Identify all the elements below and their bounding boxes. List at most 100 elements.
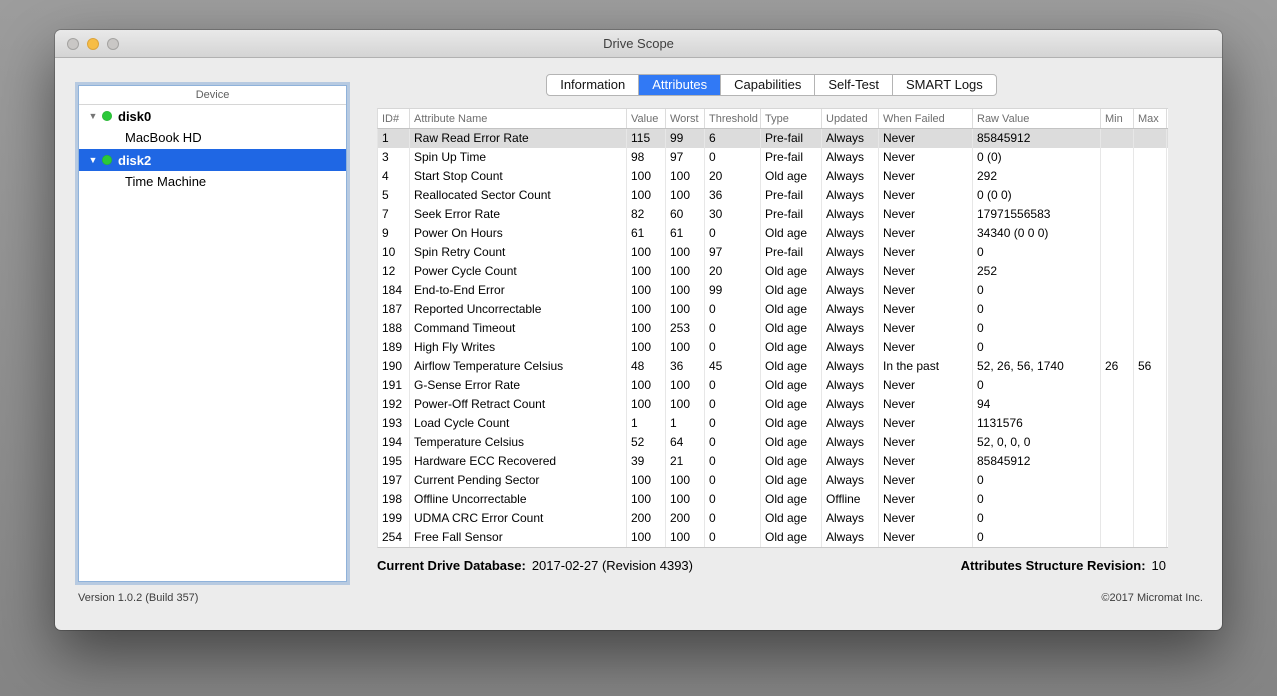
attribute-row-199[interactable]: 199UDMA CRC Error Count2002000Old ageAlw…	[378, 509, 1168, 528]
cell-type: Pre-fail	[761, 129, 822, 148]
cell-when_failed: Never	[879, 452, 973, 471]
cell-max	[1134, 338, 1167, 357]
attribute-row-4[interactable]: 4Start Stop Count10010020Old ageAlwaysNe…	[378, 167, 1168, 186]
cell-worst: 60	[666, 205, 705, 224]
tab-self-test[interactable]: Self-Test	[815, 75, 893, 95]
tab-information[interactable]: Information	[547, 75, 639, 95]
cell-max	[1134, 224, 1167, 243]
cell-name: Power-Off Retract Count	[410, 395, 627, 414]
cell-worst: 100	[666, 281, 705, 300]
cell-worst: 100	[666, 167, 705, 186]
column-header-max[interactable]: Max	[1134, 109, 1167, 128]
cell-max	[1134, 243, 1167, 262]
disclosure-triangle-icon[interactable]: ▼	[86, 155, 100, 165]
tab-smart-logs[interactable]: SMART Logs	[893, 75, 996, 95]
attribute-row-254[interactable]: 254Free Fall Sensor1001000Old ageAlwaysN…	[378, 528, 1168, 547]
tab-bar-wrap: InformationAttributesCapabilitiesSelf-Te…	[377, 74, 1166, 96]
cell-name: Power Cycle Count	[410, 262, 627, 281]
attribute-row-5[interactable]: 5Reallocated Sector Count10010036Pre-fai…	[378, 186, 1168, 205]
cell-raw: 85845912	[973, 129, 1101, 148]
column-header-name[interactable]: Attribute Name	[410, 109, 627, 128]
cell-worst: 100	[666, 243, 705, 262]
cell-id: 12	[378, 262, 410, 281]
close-button[interactable]	[67, 38, 79, 50]
attribute-row-190[interactable]: 190Airflow Temperature Celsius483645Old …	[378, 357, 1168, 376]
attribute-row-191[interactable]: 191G-Sense Error Rate1001000Old ageAlway…	[378, 376, 1168, 395]
tab-attributes[interactable]: Attributes	[639, 75, 721, 95]
cell-when_failed: Never	[879, 205, 973, 224]
attribute-row-7[interactable]: 7Seek Error Rate826030Pre-failAlwaysNeve…	[378, 205, 1168, 224]
cell-type: Old age	[761, 528, 822, 547]
cell-value: 100	[627, 300, 666, 319]
attribute-row-10[interactable]: 10Spin Retry Count10010097Pre-failAlways…	[378, 243, 1168, 262]
title-bar[interactable]: Drive Scope	[55, 30, 1222, 58]
version-label: Version 1.0.2 (Build 357)	[78, 592, 198, 604]
cell-id: 187	[378, 300, 410, 319]
cell-min	[1101, 509, 1134, 528]
cell-threshold: 20	[705, 167, 761, 186]
column-header-value[interactable]: Value	[627, 109, 666, 128]
attribute-row-9[interactable]: 9Power On Hours61610Old ageAlwaysNever34…	[378, 224, 1168, 243]
column-header-updated[interactable]: Updated	[822, 109, 879, 128]
cell-raw: 17971556583	[973, 205, 1101, 224]
attribute-row-198[interactable]: 198Offline Uncorrectable1001000Old ageOf…	[378, 490, 1168, 509]
cell-name: Command Timeout	[410, 319, 627, 338]
cell-max	[1134, 262, 1167, 281]
tab-capabilities[interactable]: Capabilities	[721, 75, 815, 95]
cell-id: 1	[378, 129, 410, 148]
cell-updated: Always	[822, 509, 879, 528]
zoom-button[interactable]	[107, 38, 119, 50]
column-header-min[interactable]: Min	[1101, 109, 1134, 128]
attribute-row-1[interactable]: 1Raw Read Error Rate115996Pre-failAlways…	[378, 129, 1168, 148]
cell-raw: 34340 (0 0 0)	[973, 224, 1101, 243]
cell-max	[1134, 186, 1167, 205]
cell-type: Old age	[761, 509, 822, 528]
attribute-row-192[interactable]: 192Power-Off Retract Count1001000Old age…	[378, 395, 1168, 414]
column-header-raw[interactable]: Raw Value	[973, 109, 1101, 128]
cell-raw: 1131576	[973, 414, 1101, 433]
cell-max	[1134, 433, 1167, 452]
column-header-type[interactable]: Type	[761, 109, 822, 128]
attribute-row-188[interactable]: 188Command Timeout1002530Old ageAlwaysNe…	[378, 319, 1168, 338]
cell-name: Power On Hours	[410, 224, 627, 243]
cell-name: Raw Read Error Rate	[410, 129, 627, 148]
cell-when_failed: Never	[879, 376, 973, 395]
volume-name-disk0[interactable]: MacBook HD	[79, 127, 346, 149]
disclosure-triangle-icon[interactable]: ▼	[86, 111, 100, 121]
attribute-row-193[interactable]: 193Load Cycle Count110Old ageAlwaysNever…	[378, 414, 1168, 433]
cell-id: 192	[378, 395, 410, 414]
device-name: disk2	[118, 153, 151, 168]
cell-updated: Always	[822, 338, 879, 357]
column-header-when_failed[interactable]: When Failed	[879, 109, 973, 128]
cell-when_failed: Never	[879, 509, 973, 528]
cell-threshold: 0	[705, 471, 761, 490]
attribute-row-12[interactable]: 12Power Cycle Count10010020Old ageAlways…	[378, 262, 1168, 281]
column-header-id[interactable]: ID#	[378, 109, 410, 128]
cell-threshold: 0	[705, 433, 761, 452]
device-column-header[interactable]: Device	[79, 86, 346, 105]
column-header-threshold[interactable]: Threshold	[705, 109, 761, 128]
cell-type: Old age	[761, 376, 822, 395]
attribute-row-187[interactable]: 187Reported Uncorrectable1001000Old ageA…	[378, 300, 1168, 319]
column-header-worst[interactable]: Worst	[666, 109, 705, 128]
attribute-row-195[interactable]: 195Hardware ECC Recovered39210Old ageAlw…	[378, 452, 1168, 471]
attribute-row-189[interactable]: 189High Fly Writes1001000Old ageAlwaysNe…	[378, 338, 1168, 357]
drive-database-info: Current Drive Database:2017-02-27 (Revis…	[377, 558, 693, 573]
cell-raw: 52, 0, 0, 0	[973, 433, 1101, 452]
cell-name: Reported Uncorrectable	[410, 300, 627, 319]
attributes-revision-value: 10	[1152, 558, 1166, 573]
minimize-button[interactable]	[87, 38, 99, 50]
attribute-row-197[interactable]: 197Current Pending Sector1001000Old ageA…	[378, 471, 1168, 490]
device-row-disk0[interactable]: ▼disk0	[79, 105, 346, 127]
attribute-row-3[interactable]: 3Spin Up Time98970Pre-failAlwaysNever0 (…	[378, 148, 1168, 167]
attribute-row-184[interactable]: 184End-to-End Error10010099Old ageAlways…	[378, 281, 1168, 300]
cell-worst: 100	[666, 490, 705, 509]
status-dot-icon	[102, 111, 112, 121]
cell-raw: 0	[973, 281, 1101, 300]
cell-raw: 0 (0)	[973, 148, 1101, 167]
attribute-row-194[interactable]: 194Temperature Celsius52640Old ageAlways…	[378, 433, 1168, 452]
device-row-disk2[interactable]: ▼ disk2	[79, 149, 346, 171]
cell-value: 100	[627, 281, 666, 300]
cell-max	[1134, 452, 1167, 471]
volume-name-disk2[interactable]: Time Machine	[79, 171, 346, 193]
